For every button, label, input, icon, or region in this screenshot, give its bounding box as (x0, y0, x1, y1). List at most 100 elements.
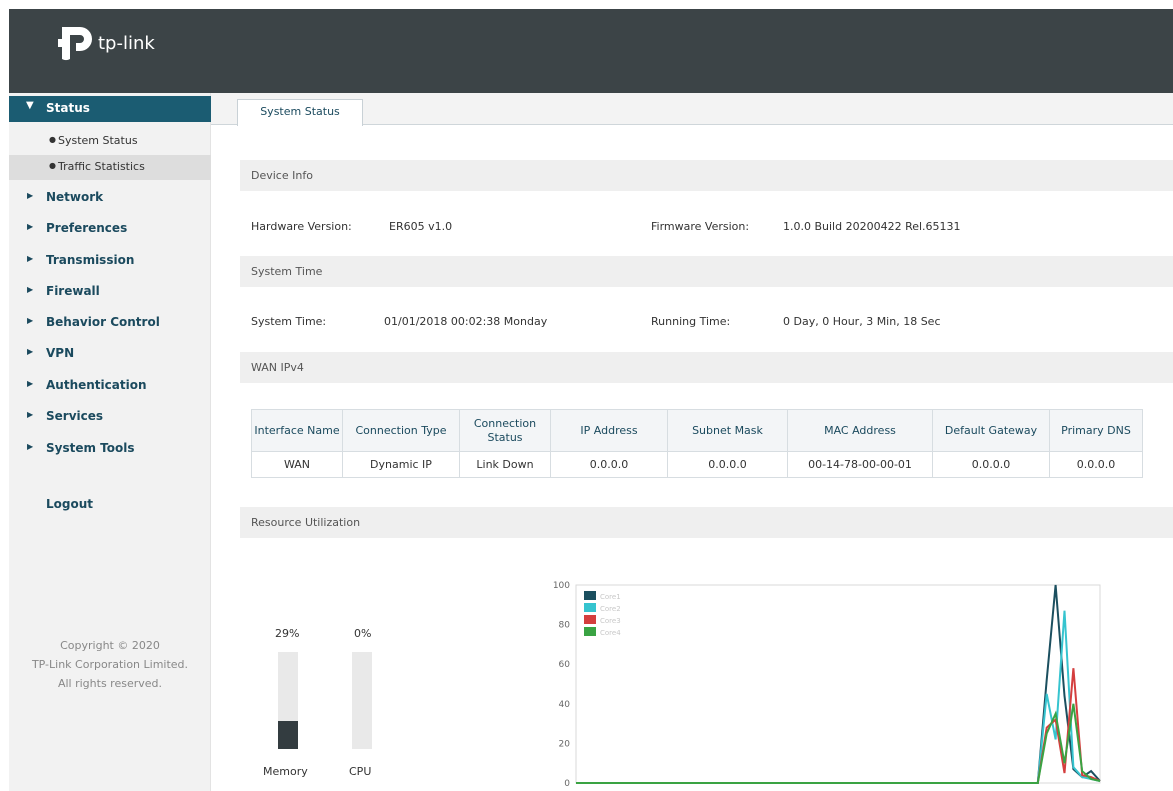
triangle-right-icon: ▶ (27, 347, 34, 356)
table-cell: Link Down (459, 451, 551, 478)
column-header: Primary DNS (1049, 409, 1143, 452)
table-row: WAN Dynamic IP Link Down 0.0.0.0 0.0.0.0… (251, 451, 1143, 478)
sidebar-item-label: VPN (46, 346, 75, 360)
sidebar-item-label: Status (46, 101, 90, 115)
sidebar-item-transmission[interactable]: ▶ Transmission (9, 248, 211, 274)
running-time-value: 0 Day, 0 Hour, 3 Min, 18 Sec (783, 315, 941, 328)
triangle-right-icon: ▶ (27, 254, 34, 263)
legend-swatch (584, 627, 596, 636)
section-resource-utilization: Resource Utilization (240, 507, 1173, 538)
section-title: Device Info (251, 169, 313, 182)
table-cell: 0.0.0.0 (550, 451, 668, 478)
cpu-core-usage-chart: 0 20 40 60 80 100 Core1 Core2 Core3 Core4 (553, 581, 1101, 789)
legend-swatch (584, 615, 596, 624)
section-title: System Time (251, 265, 323, 278)
wan-table: Interface Name Connection Type Connectio… (251, 409, 1143, 478)
sidebar-item-label: Authentication (46, 378, 147, 392)
legend-label: Core2 (600, 605, 621, 613)
table-cell: 0.0.0.0 (667, 451, 788, 478)
sidebar-subitem-system-status[interactable]: ● System Status (9, 129, 211, 154)
sidebar-item-system-tools[interactable]: ▶ System Tools (9, 436, 211, 462)
copyright-line: Copyright © 2020 (60, 639, 160, 652)
y-tick-label: 0 (564, 779, 570, 789)
sidebar-item-label: Network (46, 190, 104, 204)
table-header-row: Interface Name Connection Type Connectio… (251, 409, 1143, 452)
triangle-right-icon: ▶ (27, 410, 34, 419)
legend-swatch (584, 603, 596, 612)
logout-link[interactable]: Logout (46, 497, 93, 511)
triangle-right-icon: ▶ (27, 379, 34, 388)
header-bar: tp-link (9, 9, 1173, 93)
copyright-line: TP-Link Corporation Limited. (31, 658, 189, 671)
logo: tp-link (56, 25, 155, 61)
sidebar-subitem-label: Traffic Statistics (58, 160, 145, 173)
table-cell: 0.0.0.0 (1049, 451, 1143, 478)
column-header: Default Gateway (932, 409, 1050, 452)
sidebar-item-authentication[interactable]: ▶ Authentication (9, 373, 211, 399)
memory-bar (278, 652, 298, 749)
triangle-right-icon: ▶ (27, 285, 34, 294)
series-line-core2 (576, 610, 1101, 784)
triangle-right-icon: ▶ (27, 222, 34, 231)
table-cell: 0.0.0.0 (932, 451, 1050, 478)
legend-label: Core3 (600, 617, 621, 625)
tab-system-status[interactable]: System Status (237, 99, 363, 126)
sidebar-item-label: Transmission (46, 253, 135, 267)
series-line-core1 (576, 584, 1101, 784)
firmware-version-value: 1.0.0 Build 20200422 Rel.65131 (783, 220, 961, 233)
column-header: Connection Status (459, 409, 551, 452)
sidebar-item-network[interactable]: ▶ Network (9, 185, 211, 211)
system-time-value: 01/01/2018 00:02:38 Monday (384, 315, 548, 328)
copyright: Copyright © 2020 TP-Link Corporation Lim… (9, 636, 211, 693)
sidebar-subitem-traffic-statistics[interactable]: ● Traffic Statistics (9, 155, 211, 180)
app-window: tp-link ▼ Status ● System Status ● Traff… (0, 0, 1173, 791)
sidebar-item-label: System Tools (46, 441, 135, 455)
running-time-label: Running Time: (651, 315, 731, 328)
sidebar-item-services[interactable]: ▶ Services (9, 404, 211, 430)
section-system-time: System Time (240, 256, 1173, 287)
tab-bar: System Status (211, 93, 1173, 126)
table-cell: 00-14-78-00-00-01 (787, 451, 933, 478)
sidebar-item-label: Behavior Control (46, 315, 160, 329)
hardware-version-value: ER605 v1.0 (389, 220, 453, 233)
chart-plot-frame (575, 584, 1101, 784)
y-tick-label: 60 (559, 660, 571, 670)
series-line-core3 (576, 668, 1101, 784)
section-title: Resource Utilization (251, 516, 361, 529)
section-title: WAN IPv4 (251, 361, 304, 374)
system-time-label: System Time: (251, 315, 327, 328)
legend-label: Core4 (600, 629, 621, 637)
sidebar: ▼ Status ● System Status ● Traffic Stati… (9, 93, 211, 791)
triangle-down-icon: ▼ (26, 100, 34, 111)
sidebar-item-label: Firewall (46, 284, 100, 298)
column-header: IP Address (550, 409, 668, 452)
copyright-line: All rights reserved. (57, 677, 163, 690)
y-tick-label: 100 (553, 581, 570, 591)
sidebar-item-status[interactable]: ▼ Status (9, 96, 211, 122)
legend-swatch (584, 591, 596, 600)
cpu-bar (352, 652, 372, 749)
sidebar-item-label: Services (46, 409, 104, 423)
sidebar-item-label: Preferences (46, 221, 128, 235)
table-cell: WAN (251, 451, 343, 478)
sidebar-subitem-label: System Status (58, 134, 138, 147)
y-tick-label: 40 (559, 700, 571, 710)
column-header: Connection Type (342, 409, 460, 452)
triangle-right-icon: ▶ (27, 316, 34, 325)
table-cell: Dynamic IP (342, 451, 460, 478)
y-tick-label: 20 (559, 739, 571, 749)
sidebar-item-preferences[interactable]: ▶ Preferences (9, 216, 211, 242)
sidebar-item-vpn[interactable]: ▶ VPN (9, 341, 211, 367)
triangle-right-icon: ▶ (27, 442, 34, 451)
bullet-icon: ● (49, 161, 56, 170)
hardware-version-label: Hardware Version: (251, 220, 352, 233)
sidebar-item-behavior-control[interactable]: ▶ Behavior Control (9, 310, 211, 336)
bullet-icon: ● (49, 135, 56, 144)
section-wan-ipv4: WAN IPv4 (240, 352, 1173, 383)
section-device-info: Device Info (240, 160, 1173, 191)
y-tick-label: 80 (559, 621, 571, 631)
logo-text: tp-link (98, 32, 155, 54)
sidebar-item-firewall[interactable]: ▶ Firewall (9, 279, 211, 305)
column-header: Subnet Mask (667, 409, 788, 452)
memory-bar-fill (278, 720, 298, 749)
